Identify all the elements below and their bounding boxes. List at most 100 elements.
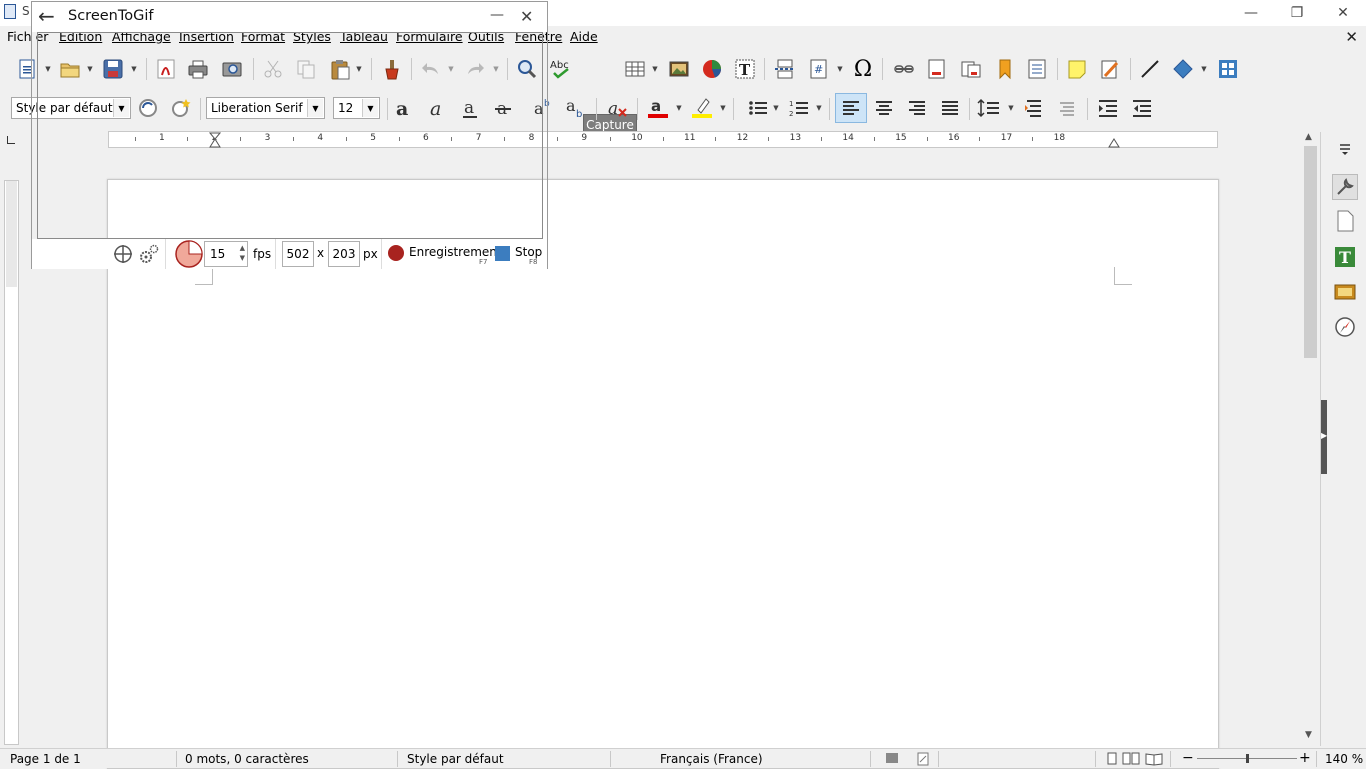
back-arrow-icon[interactable]: ← bbox=[38, 4, 55, 28]
increase-indent-icon[interactable] bbox=[1095, 95, 1121, 121]
font-color-icon[interactable]: a bbox=[645, 95, 671, 121]
right-indent-marker[interactable] bbox=[1108, 132, 1120, 148]
zoom-level[interactable]: 140 % bbox=[1325, 752, 1363, 766]
word-count[interactable]: 0 mots, 0 caractères bbox=[185, 752, 309, 766]
times-label: x bbox=[317, 246, 325, 260]
chevron-down-icon[interactable]: ▼ bbox=[1007, 95, 1015, 121]
chevron-down-icon[interactable]: ▼ bbox=[675, 95, 683, 121]
insert-table-icon[interactable] bbox=[622, 56, 648, 82]
gallery-icon[interactable] bbox=[1332, 278, 1358, 304]
gear-icon[interactable] bbox=[138, 243, 160, 268]
page-icon[interactable] bbox=[1332, 208, 1358, 234]
justify-icon[interactable] bbox=[937, 95, 963, 121]
minimize-button[interactable]: — bbox=[1228, 0, 1274, 26]
stg-minimize-button[interactable]: — bbox=[490, 7, 504, 23]
stg-close-button[interactable]: ✕ bbox=[520, 7, 533, 26]
track-changes-icon[interactable] bbox=[1097, 56, 1123, 82]
record-button[interactable]: Enregistrement bbox=[409, 245, 502, 259]
sidebar-menu-icon[interactable] bbox=[1332, 136, 1358, 162]
insert-chart-icon[interactable] bbox=[699, 56, 725, 82]
align-right-icon[interactable] bbox=[904, 95, 930, 121]
crosshair-icon[interactable] bbox=[112, 243, 134, 268]
chevron-down-icon[interactable]: ▼ bbox=[772, 95, 780, 121]
insert-mode-icon[interactable] bbox=[886, 753, 898, 763]
ruler-number: 13 bbox=[789, 133, 802, 143]
spellcheck-icon[interactable]: Abc bbox=[548, 56, 574, 82]
ordered-list-icon[interactable]: 12 bbox=[786, 95, 812, 121]
insert-field-icon[interactable]: # bbox=[806, 56, 832, 82]
properties-icon[interactable] bbox=[1332, 174, 1358, 200]
unordered-list-icon[interactable] bbox=[745, 95, 771, 121]
spin-arrows-icon[interactable]: ▲ ▼ bbox=[240, 243, 245, 263]
page-style[interactable]: Style par défaut bbox=[407, 752, 504, 766]
subscript-icon[interactable]: ab bbox=[563, 95, 589, 121]
chevron-down-icon[interactable]: ▼ bbox=[836, 56, 844, 82]
screentogif-recorder: ← ScreenToGif — ✕ 15 ▲ ▼ fps 502 x 203 px… bbox=[31, 1, 548, 269]
svg-text:b: b bbox=[576, 109, 582, 119]
bookmark-icon[interactable] bbox=[991, 56, 1017, 82]
svg-text:T: T bbox=[739, 61, 751, 79]
chevron-down-icon[interactable]: ▼ bbox=[651, 56, 659, 82]
clear-formatting-icon[interactable]: a bbox=[605, 95, 631, 121]
chevron-down-icon[interactable]: ▼ bbox=[719, 95, 727, 121]
insert-line-icon[interactable] bbox=[1137, 56, 1163, 82]
sidebar-collapse-handle[interactable]: ▶ bbox=[1321, 400, 1327, 474]
chevron-down-icon[interactable]: ▼ bbox=[815, 95, 823, 121]
document-modified-icon[interactable] bbox=[917, 752, 929, 769]
height-input[interactable]: 203 bbox=[328, 241, 360, 267]
hyperlink-icon[interactable] bbox=[891, 56, 917, 82]
multi-page-view-icon[interactable] bbox=[1122, 752, 1140, 769]
vertical-ruler[interactable] bbox=[4, 180, 19, 745]
footnote-icon[interactable] bbox=[924, 56, 950, 82]
special-character-icon[interactable]: Ω bbox=[850, 56, 876, 82]
window-title: S bbox=[22, 4, 30, 18]
ruler-number: 11 bbox=[684, 133, 696, 143]
record-icon[interactable] bbox=[388, 245, 404, 261]
restore-button[interactable]: ❐ bbox=[1274, 0, 1320, 26]
svg-text:a: a bbox=[566, 97, 576, 115]
language[interactable]: Français (France) bbox=[660, 752, 763, 766]
single-page-view-icon[interactable] bbox=[1106, 752, 1118, 769]
align-center-icon[interactable] bbox=[871, 95, 897, 121]
endnote-icon[interactable] bbox=[958, 56, 984, 82]
ruler-tick bbox=[662, 137, 664, 141]
scrollbar-thumb[interactable] bbox=[1304, 146, 1317, 358]
decrease-paragraph-spacing-icon[interactable] bbox=[1054, 95, 1080, 121]
tab-type-selector[interactable] bbox=[7, 136, 15, 144]
insert-image-icon[interactable] bbox=[666, 56, 692, 82]
book-view-icon[interactable] bbox=[1145, 752, 1163, 769]
increase-paragraph-spacing-icon[interactable] bbox=[1021, 95, 1047, 121]
line-spacing-icon[interactable] bbox=[976, 95, 1002, 121]
scroll-up-icon[interactable]: ▲ bbox=[1305, 132, 1312, 142]
styles-icon[interactable]: T bbox=[1332, 244, 1358, 270]
zoom-in-button[interactable]: + bbox=[1299, 750, 1311, 766]
insert-textbox-icon[interactable]: T bbox=[732, 56, 758, 82]
menu-aide[interactable]: Aide bbox=[570, 29, 598, 44]
ruler-number: 17 bbox=[1000, 133, 1013, 143]
navigator-icon[interactable] bbox=[1332, 314, 1358, 340]
draw-functions-icon[interactable] bbox=[1215, 56, 1241, 82]
stop-button[interactable]: Stop bbox=[515, 245, 542, 259]
basic-shapes-icon[interactable] bbox=[1170, 56, 1196, 82]
zoom-out-button[interactable]: − bbox=[1182, 750, 1194, 766]
capture-region[interactable] bbox=[37, 32, 543, 239]
decrease-indent-icon[interactable] bbox=[1129, 95, 1155, 121]
svg-text:2: 2 bbox=[789, 110, 793, 118]
status-separator bbox=[870, 751, 871, 767]
status-separator bbox=[938, 751, 939, 767]
chevron-down-icon[interactable]: ▼ bbox=[1200, 56, 1208, 82]
stop-shortcut: F8 bbox=[529, 258, 538, 266]
stop-icon[interactable] bbox=[495, 246, 510, 261]
cross-reference-icon[interactable] bbox=[1024, 56, 1050, 82]
highlighting-color-icon[interactable] bbox=[689, 95, 715, 121]
scroll-down-icon[interactable]: ▼ bbox=[1305, 730, 1312, 740]
page-count[interactable]: Page 1 de 1 bbox=[10, 752, 81, 766]
comment-icon[interactable] bbox=[1064, 56, 1090, 82]
zoom-slider-handle[interactable] bbox=[1246, 754, 1249, 763]
page-break-icon[interactable] bbox=[772, 56, 798, 82]
width-input[interactable]: 502 bbox=[282, 241, 314, 267]
align-left-button[interactable] bbox=[835, 93, 867, 123]
fps-stepper[interactable]: 15 ▲ ▼ bbox=[204, 241, 248, 267]
close-document-button[interactable]: ✕ bbox=[1345, 28, 1358, 46]
close-button[interactable]: ✕ bbox=[1320, 0, 1366, 26]
